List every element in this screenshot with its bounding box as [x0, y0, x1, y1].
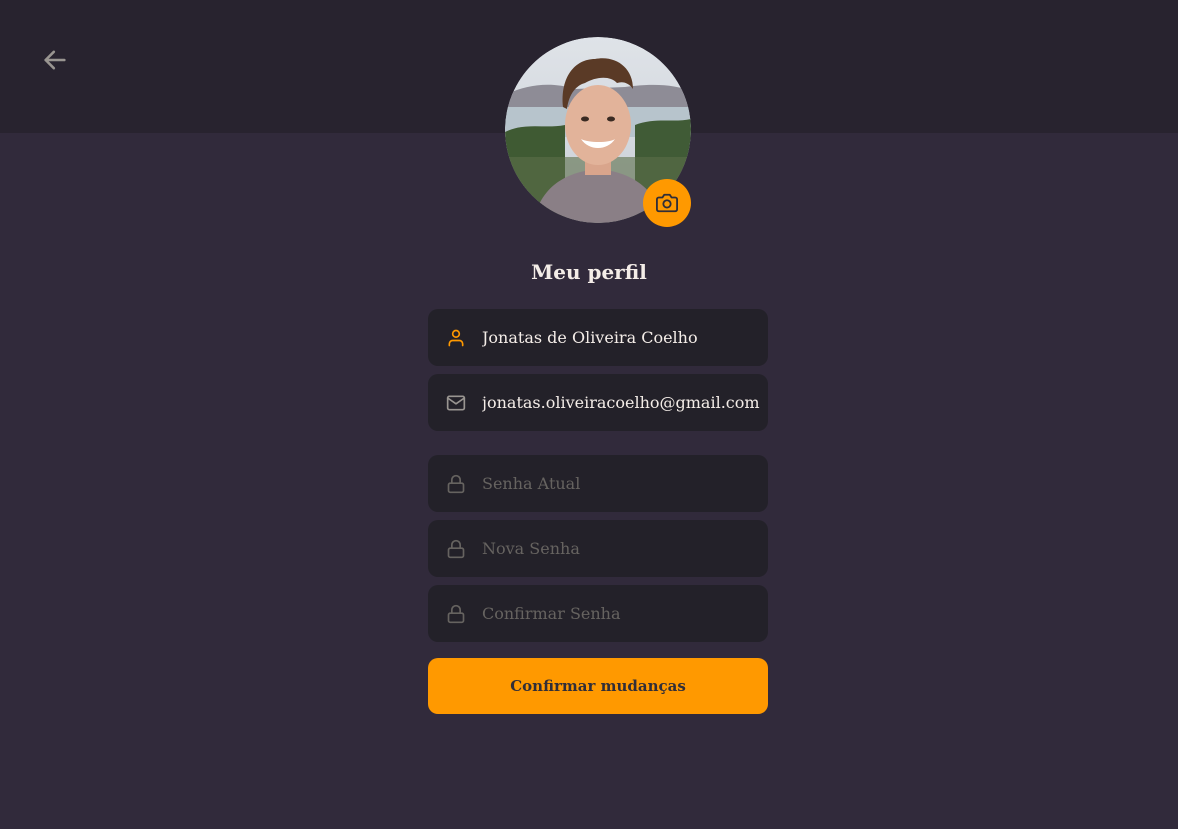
old-password-field[interactable] — [428, 455, 768, 512]
email-input[interactable] — [482, 393, 768, 412]
back-button[interactable] — [37, 42, 73, 78]
avatar-container — [505, 37, 691, 227]
confirm-password-field[interactable] — [428, 585, 768, 642]
email-field[interactable] — [428, 374, 768, 431]
change-avatar-button[interactable] — [643, 179, 691, 227]
page-title: Meu perfil — [531, 260, 647, 284]
name-field[interactable] — [428, 309, 768, 366]
new-password-input[interactable] — [482, 539, 768, 558]
user-icon — [446, 328, 466, 348]
new-password-field[interactable] — [428, 520, 768, 577]
arrow-left-icon — [44, 50, 66, 70]
mail-icon — [446, 393, 466, 413]
camera-icon — [656, 193, 678, 213]
lock-icon — [446, 474, 466, 494]
old-password-input[interactable] — [482, 474, 768, 493]
confirm-password-input[interactable] — [482, 604, 768, 623]
lock-icon — [446, 604, 466, 624]
lock-icon — [446, 539, 466, 559]
confirm-changes-button[interactable]: Confirmar mudanças — [428, 658, 768, 714]
name-input[interactable] — [482, 328, 768, 347]
